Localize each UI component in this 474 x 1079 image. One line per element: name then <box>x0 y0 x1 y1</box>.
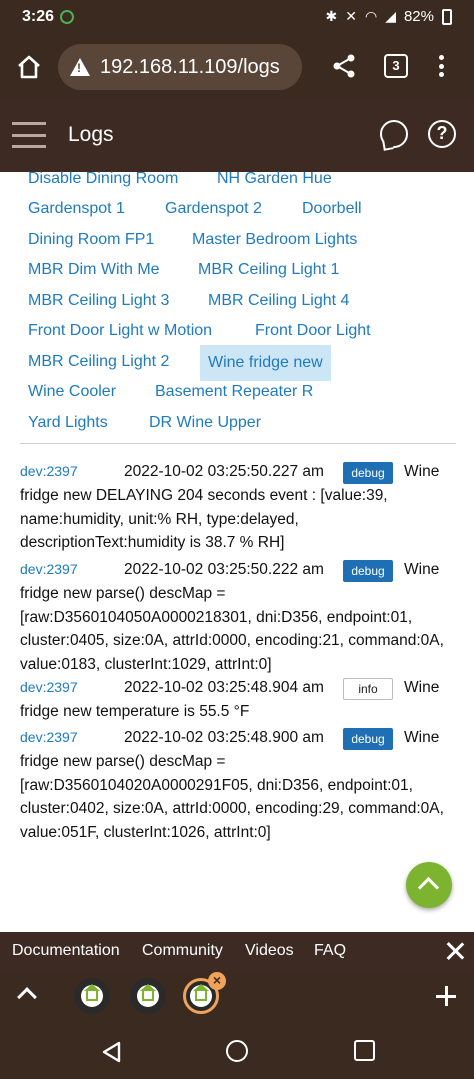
hubitat-icon <box>140 984 156 1001</box>
home-nav-icon[interactable] <box>226 1040 248 1062</box>
log-entry: dev:2397 2022-10-02 03:25:48.900 am debu… <box>20 722 456 842</box>
page-title: Logs <box>68 123 114 146</box>
log-timestamp: 2022-10-02 03:25:48.900 am <box>124 729 324 746</box>
log-device-link[interactable]: dev:2397 <box>20 726 78 750</box>
log-level-badge: debug <box>343 560 393 582</box>
log-entry: dev:2397 2022-10-02 03:25:50.222 am debu… <box>20 554 456 674</box>
log-entry: dev:2397 2022-10-02 03:25:50.227 am debu… <box>20 456 456 552</box>
log-device-link[interactable]: dev:2397 <box>20 676 78 700</box>
community-link[interactable]: Community <box>142 942 223 960</box>
device-link[interactable]: MBR Ceiling Light 2 <box>20 349 177 379</box>
device-link[interactable]: Gardenspot 1 <box>20 196 133 226</box>
device-link[interactable]: MBR Ceiling Light 3 <box>20 288 177 318</box>
hamburger-menu-icon[interactable] <box>12 122 46 148</box>
app-bubble[interactable] <box>74 978 110 1014</box>
notification-app-icon <box>60 10 74 24</box>
log-level-badge: debug <box>343 728 393 750</box>
app-header: Logs ? <box>0 98 474 172</box>
mute-icon: ✕ <box>345 8 357 24</box>
battery-icon <box>442 8 452 25</box>
app-bubble[interactable] <box>130 978 166 1014</box>
log-timestamp: 2022-10-02 03:25:48.904 am <box>124 679 324 696</box>
device-link[interactable]: MBR Ceiling Light 1 <box>190 257 347 287</box>
device-link[interactable]: Master Bedroom Lights <box>184 227 365 257</box>
status-bar: 3:26 ✱ ✕ ◠ ◢ 82% <box>0 0 474 36</box>
faq-link[interactable]: FAQ <box>314 942 346 960</box>
chat-icon[interactable] <box>380 120 408 148</box>
signal-icon: ◢ <box>385 8 396 24</box>
hubitat-icon <box>84 984 100 1001</box>
browser-toolbar: 192.168.11.109/logs 3 <box>0 36 474 98</box>
log-timestamp: 2022-10-02 03:25:50.222 am <box>124 561 324 578</box>
share-icon[interactable] <box>330 52 358 80</box>
divider <box>20 443 456 444</box>
hubitat-icon <box>193 984 209 1001</box>
tab-switcher-button[interactable]: 3 <box>384 54 408 78</box>
battery-percent: 82% <box>403 8 434 25</box>
log-message: fridge new temperature is 55.5 °F <box>20 703 250 720</box>
bottom-links-bar: Documentation Community Videos FAQ <box>0 932 474 970</box>
log-level-badge: info <box>343 678 393 700</box>
url-text: 192.168.11.109/logs <box>100 55 280 78</box>
home-icon[interactable] <box>14 52 44 82</box>
status-icons: ✱ ✕ ◠ ◢ 82% <box>325 8 452 25</box>
log-device-link[interactable]: dev:2397 <box>20 558 78 582</box>
log-device-name: Wine <box>404 561 440 578</box>
documentation-link[interactable]: Documentation <box>12 942 120 960</box>
system-nav-bar <box>0 1024 474 1079</box>
overflow-menu-icon[interactable] <box>436 52 446 80</box>
device-link[interactable]: Front Door Light w Motion <box>20 318 220 348</box>
device-link[interactable]: MBR Ceiling Light 4 <box>200 288 357 318</box>
bluetooth-icon: ✱ <box>325 8 338 24</box>
close-icon[interactable] <box>444 940 466 962</box>
device-link[interactable]: MBR Dim With Me <box>20 257 168 287</box>
device-link[interactable]: Gardenspot 2 <box>157 196 270 226</box>
device-link[interactable]: Yard Lights <box>20 410 116 440</box>
chevron-up-icon[interactable] <box>17 987 37 1007</box>
device-link[interactable]: NH Garden Hue <box>209 166 340 196</box>
log-device-name: Wine <box>404 729 440 746</box>
device-link[interactable]: Disable Dining Room <box>20 166 186 196</box>
recents-icon[interactable] <box>354 1040 375 1061</box>
bubble-close-icon[interactable]: × <box>208 972 226 990</box>
device-link[interactable]: Doorbell <box>294 196 370 226</box>
chat-bubbles-bar: × <box>0 970 474 1024</box>
wifi-icon: ◠ <box>364 8 378 24</box>
log-message: fridge new parse() descMap = [raw:D35601… <box>20 585 444 673</box>
log-entry: dev:2397 2022-10-02 03:25:48.904 am info… <box>20 672 456 722</box>
log-device-name: Wine <box>404 463 440 480</box>
log-message: fridge new parse() descMap = [raw:D35601… <box>20 753 444 841</box>
device-link[interactable]: Basement Repeater R <box>147 379 321 409</box>
scroll-to-top-button[interactable] <box>406 862 452 908</box>
log-level-badge: debug <box>343 462 393 484</box>
device-link[interactable]: Wine Cooler <box>20 379 124 409</box>
log-device-link[interactable]: dev:2397 <box>20 460 78 484</box>
back-icon[interactable] <box>100 1040 124 1064</box>
videos-link[interactable]: Videos <box>245 942 294 960</box>
device-link[interactable]: Front Door Light <box>247 318 379 348</box>
log-device-name: Wine <box>404 679 440 696</box>
plus-icon[interactable] <box>436 986 456 1006</box>
device-link[interactable]: Dining Room FP1 <box>20 227 162 257</box>
help-icon[interactable]: ? <box>428 120 456 148</box>
status-time: 3:26 <box>22 8 55 25</box>
log-message: fridge new DELAYING 204 seconds event : … <box>20 487 388 551</box>
device-link-selected[interactable]: Wine fridge new <box>200 345 331 381</box>
device-link[interactable]: DR Wine Upper <box>141 410 269 440</box>
warning-icon <box>70 58 90 76</box>
address-bar[interactable]: 192.168.11.109/logs <box>58 44 302 90</box>
log-timestamp: 2022-10-02 03:25:50.227 am <box>124 463 324 480</box>
